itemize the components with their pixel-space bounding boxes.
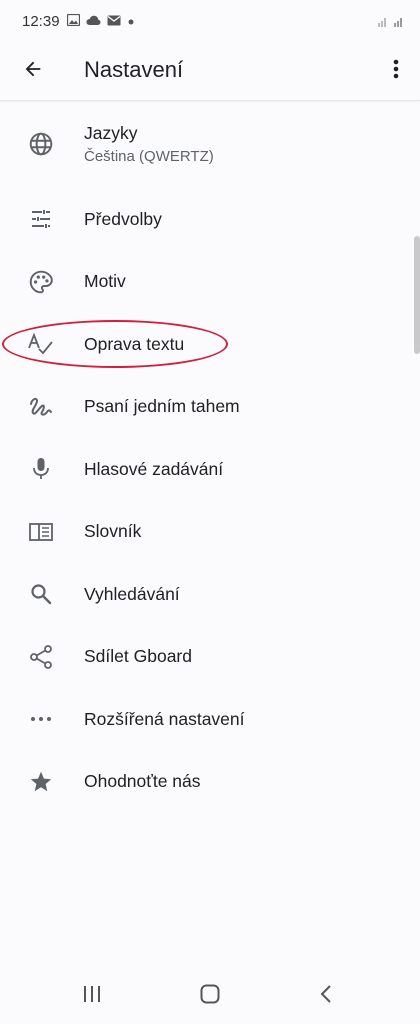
settings-item-label: Jazyky [84, 123, 138, 143]
search-icon [27, 580, 55, 608]
cell-signal-icon [394, 14, 404, 32]
settings-item-share-gboard[interactable]: Sdílet Gboard [0, 626, 420, 689]
dictionary-icon [27, 518, 55, 546]
settings-item-languages[interactable]: Jazyky Čeština (QWERTZ) [0, 100, 420, 188]
settings-item-label: Oprava textu [84, 333, 185, 354]
share-icon [27, 643, 55, 671]
settings-item-advanced[interactable]: Rozšířená nastavení [0, 688, 420, 751]
page-title: Nastavení [84, 57, 184, 82]
wifi-signal-icon [378, 14, 388, 32]
settings-item-label: Motiv [84, 271, 126, 292]
settings-item-label: Sdílet Gboard [84, 646, 192, 667]
more-options-button[interactable] [382, 52, 410, 90]
scrollbar[interactable] [414, 236, 420, 354]
mail-icon [107, 13, 121, 31]
mic-icon [27, 455, 55, 483]
image-icon [66, 13, 81, 31]
star-icon [27, 768, 55, 796]
settings-item-theme[interactable]: Motiv [0, 251, 420, 314]
settings-list: Jazyky Čeština (QWERTZ) Předvolby Motiv … [0, 100, 420, 813]
home-button[interactable] [190, 980, 230, 1012]
recents-button[interactable] [72, 980, 112, 1012]
dot-icon [127, 13, 135, 31]
gesture-icon [27, 393, 55, 421]
spellcheck-icon [27, 330, 55, 358]
nav-back-button[interactable] [306, 980, 346, 1012]
cloud-icon [86, 13, 101, 31]
settings-item-rate-us[interactable]: Ohodnoťte nás [0, 751, 420, 814]
settings-item-label: Hlasové zadávání [84, 458, 224, 479]
settings-item-label: Předvolby [84, 208, 162, 229]
back-button[interactable] [14, 52, 52, 90]
settings-item-sublabel: Čeština (QWERTZ) [84, 148, 214, 165]
navigation-bar [0, 968, 420, 1024]
home-icon [199, 983, 221, 1010]
settings-item-text-correction[interactable]: Oprava textu [0, 313, 420, 376]
settings-item-voice-typing[interactable]: Hlasové zadávání [0, 438, 420, 501]
status-system-icons [378, 14, 404, 32]
status-notification-icons [66, 13, 135, 31]
globe-icon [27, 130, 55, 158]
settings-item-preferences[interactable]: Předvolby [0, 188, 420, 251]
more-horiz-icon [27, 705, 55, 733]
app-bar: Nastavení [0, 42, 420, 101]
settings-item-label: Vyhledávání [84, 583, 180, 604]
arrow-back-icon [22, 58, 44, 85]
settings-item-search[interactable]: Vyhledávání [0, 563, 420, 626]
tune-icon [27, 205, 55, 233]
settings-item-label: Ohodnoťte nás [84, 771, 201, 792]
nav-back-icon [319, 984, 333, 1009]
palette-icon [27, 268, 55, 296]
status-time: 12:39 [22, 13, 60, 30]
settings-item-glide-typing[interactable]: Psaní jedním tahem [0, 376, 420, 439]
settings-item-label: Slovník [84, 521, 142, 542]
settings-item-label: Psaní jedním tahem [84, 396, 240, 417]
settings-item-label: Rozšířená nastavení [84, 708, 245, 729]
recents-icon [82, 985, 102, 1008]
more-vert-icon [393, 58, 399, 85]
settings-item-dictionary[interactable]: Slovník [0, 501, 420, 564]
status-bar: 12:39 [0, 0, 420, 42]
